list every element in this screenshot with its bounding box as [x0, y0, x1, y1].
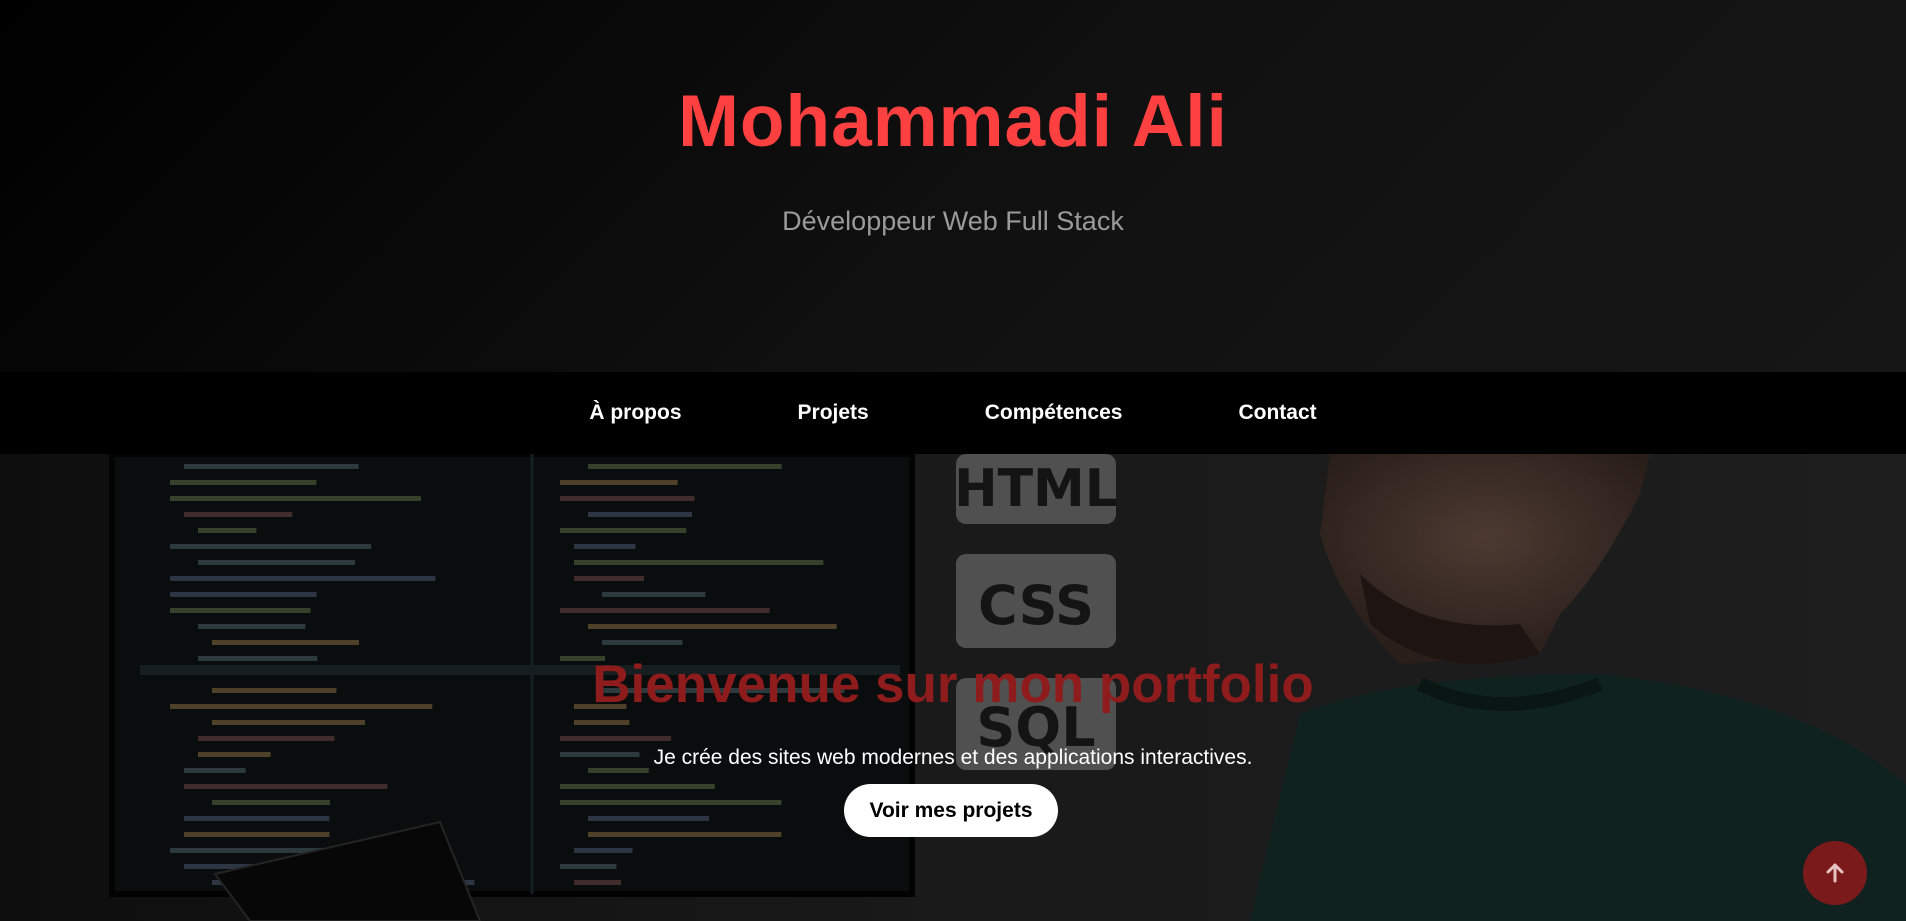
arrow-up-icon: [1826, 863, 1844, 883]
hero-title: Bienvenue sur mon portfolio: [592, 655, 1314, 714]
hero-section: HTML CSS SQL Bienvenue sur mon portfolio…: [0, 454, 1906, 921]
nav-link-skills[interactable]: Compétences: [985, 401, 1123, 425]
view-projects-button[interactable]: Voir mes projets: [844, 784, 1058, 837]
hero-text: Je crée des sites web modernes et des ap…: [653, 746, 1253, 769]
nav-link-projects[interactable]: Projets: [798, 401, 869, 425]
site-header: Mohammadi Ali Développeur Web Full Stack: [0, 0, 1906, 372]
site-subtitle: Développeur Web Full Stack: [782, 206, 1124, 236]
main-nav: À propos Projets Compétences Contact: [0, 372, 1906, 454]
nav-link-about[interactable]: À propos: [589, 401, 681, 425]
scroll-to-top-button[interactable]: [1803, 841, 1867, 905]
nav-link-contact[interactable]: Contact: [1238, 401, 1316, 425]
site-title: Mohammadi Ali: [678, 81, 1228, 162]
